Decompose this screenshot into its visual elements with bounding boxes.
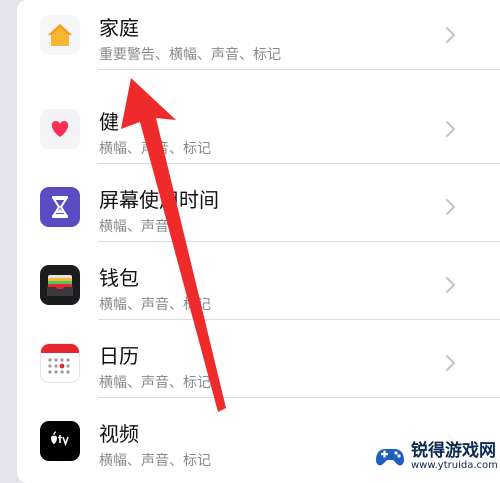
screen-time-app-icon — [40, 187, 80, 227]
list-item-health[interactable]: 健 横幅、声音、标记 — [17, 86, 500, 164]
wallet-app-icon — [40, 265, 80, 305]
calendar-app-icon — [40, 343, 80, 383]
watermark-url: www.ytruida.com — [411, 460, 498, 471]
list-item-home[interactable]: 家庭 重要警告、横幅、声音、标记 — [17, 0, 500, 70]
chevron-right-icon — [446, 199, 456, 215]
item-subtitle: 横幅、声音、标记 — [99, 141, 211, 157]
home-app-icon — [40, 15, 80, 55]
item-subtitle: 横幅、声音、标记 — [99, 375, 211, 391]
notification-settings-list: 家庭 重要警告、横幅、声音、标记 健 横幅、声音、标记 屏幕使用时间 横幅、声音 — [17, 0, 500, 483]
chevron-right-icon — [446, 27, 456, 43]
item-subtitle: 重要警告、横幅、声音、标记 — [99, 47, 281, 63]
item-subtitle: 横幅、声音、标记 — [99, 297, 211, 313]
watermark-name: 锐得游戏网 — [411, 441, 496, 461]
item-title: 健 — [99, 110, 119, 134]
tv-app-icon — [40, 421, 80, 461]
gamepad-logo-icon — [376, 449, 404, 466]
item-title: 钱包 — [99, 266, 139, 290]
chevron-right-icon — [446, 355, 456, 371]
item-title: 视频 — [99, 422, 139, 446]
row-divider — [98, 69, 500, 70]
list-item-wallet[interactable]: 钱包 横幅、声音、标记 — [17, 242, 500, 320]
item-title: 日历 — [99, 344, 139, 368]
watermark: 锐得游戏网 www.ytruida.com — [367, 430, 500, 483]
chevron-right-icon — [446, 277, 456, 293]
item-subtitle: 横幅、声音、标记 — [99, 453, 211, 469]
chevron-right-icon — [446, 121, 456, 137]
list-item-screen-time[interactable]: 屏幕使用时间 横幅、声音 — [17, 164, 500, 242]
item-subtitle: 横幅、声音 — [99, 219, 169, 235]
item-title: 屏幕使用时间 — [99, 188, 219, 212]
list-item-calendar[interactable]: 日历 横幅、声音、标记 — [17, 320, 500, 398]
item-title: 家庭 — [99, 16, 139, 40]
health-app-icon — [40, 109, 80, 149]
